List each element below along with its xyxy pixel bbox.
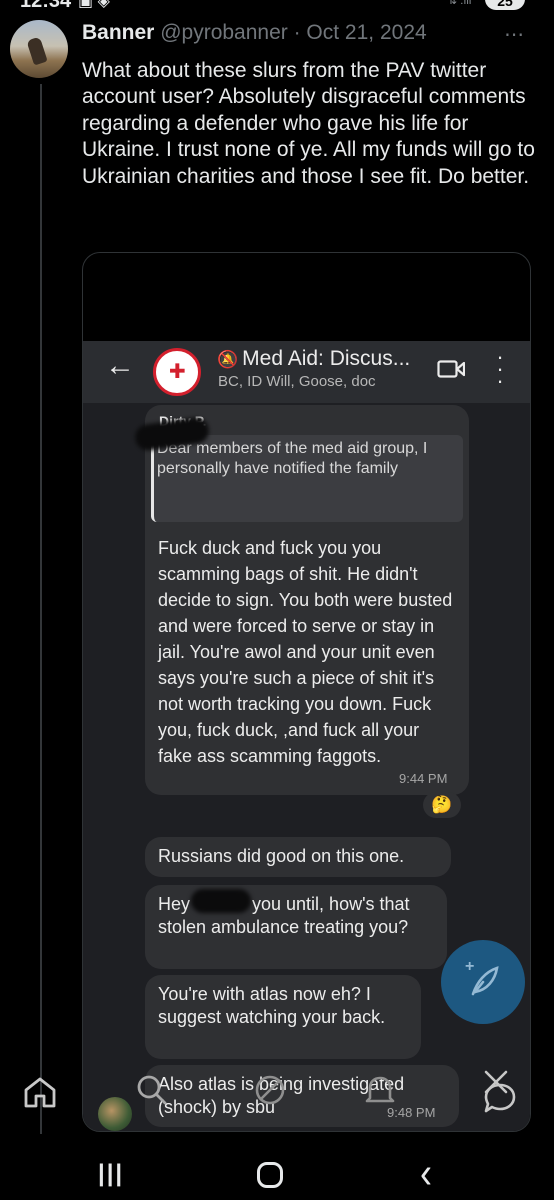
more-options-icon[interactable]: ⋯ [504,22,525,47]
message-text: Fuck duck and fuck you you scamming bags… [158,538,453,766]
group-logo: ✚ [153,348,201,396]
android-navigation-bar: ||| ‹ [0,1138,554,1200]
chat-title: 🔕 Med Aid: Discus... [217,347,411,370]
account-avatar[interactable] [98,1097,132,1131]
telegram-header: ← ✚ 🔕 Med Aid: Discus... BC, ID Will, Goo… [83,341,530,403]
back-arrow-icon: ← [105,349,135,382]
thread-line [40,84,42,1134]
back-icon[interactable]: ‹ [420,1148,432,1198]
notifications-icon[interactable] [362,1072,398,1108]
recents-icon[interactable]: ||| [98,1160,124,1188]
android-home-icon[interactable] [257,1162,283,1188]
compose-button[interactable]: + [441,940,525,1024]
message-bubble: Hey you until, how's that stolen ambulanc… [145,885,447,969]
message-bubble: Russians did good on this one. [145,837,451,877]
bottom-navigation [0,1054,554,1134]
thinking-reaction: 🤔 [423,792,461,818]
search-icon[interactable] [134,1072,170,1108]
status-time: 12:34 [20,0,72,12]
message-bubble: Dirty P. Dear members of the med aid gro… [133,405,469,795]
author-name[interactable]: Banner [82,21,154,44]
status-bar: 12:34 ▣ ◈ ⇅ .ıll 25 [0,0,554,14]
grok-icon[interactable] [252,1072,288,1108]
tweet-header: Banner @pyrobanner · Oct 21, 2024 [82,21,427,45]
battery-indicator: 25 [485,0,525,10]
chat-menu-icon: · · · [496,344,504,393]
message-text: Russians did good on this one. [158,846,405,866]
quoted-text: Dear members of the med aid group, I per… [157,440,428,477]
status-notification-icons: ▣ ◈ [78,0,110,10]
muted-bell-icon: 🔕 [217,350,239,369]
message-text: You're with atlas now eh? I suggest watc… [158,984,386,1027]
author-handle-date[interactable]: @pyrobanner · Oct 21, 2024 [160,21,426,44]
medical-cross-icon: ✚ [169,361,186,383]
messages-icon[interactable] [482,1080,518,1116]
video-call-icon [437,360,465,378]
signal-icon: ⇅ .ıll [448,0,472,7]
chat-members: BC, ID Will, Goose, doc [218,373,376,390]
tweet-text: What about these slurs from the PAV twit… [82,59,535,188]
message-bubble: You're with atlas now eh? I suggest watc… [145,975,421,1059]
redaction-scribble [191,889,251,913]
home-icon[interactable] [22,1074,58,1110]
message-time: 9:44 PM [399,771,448,786]
feather-icon [471,966,499,996]
author-avatar[interactable] [10,20,68,78]
